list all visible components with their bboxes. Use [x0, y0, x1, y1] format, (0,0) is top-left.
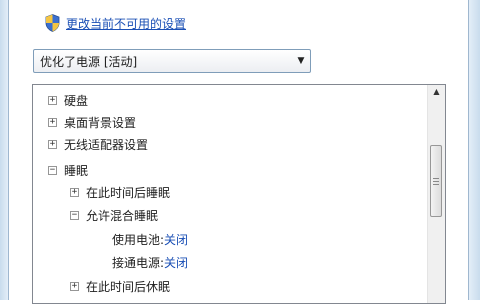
tree-item-wireless-adapter[interactable]: + 无线适配器设置	[48, 133, 148, 155]
scrollbar-thumb[interactable]	[430, 145, 442, 217]
power-settings-tree[interactable]: + 硬盘 + 桌面背景设置 + 无线适配器设置 − 睡眠 + 在此时间后睡眠 −…	[32, 84, 446, 304]
vertical-scrollbar[interactable]: ▲	[427, 85, 445, 303]
change-unavailable-settings-link[interactable]: 更改当前不可用的设置	[45, 13, 186, 33]
power-plan-dropdown[interactable]: 优化了电源 [活动] ▼	[33, 49, 311, 73]
tree-item-label: 睡眠	[64, 163, 89, 178]
expand-icon[interactable]: +	[48, 95, 57, 105]
tree-item-label: 硬盘	[64, 93, 89, 108]
on-battery-value-link[interactable]: 关闭	[164, 231, 188, 248]
tree-item-hard-disk[interactable]: + 硬盘	[48, 89, 88, 111]
dropdown-arrow-icon[interactable]: ▼	[292, 56, 310, 66]
tree-item-label: 允许混合睡眠	[86, 208, 159, 223]
tree-item-hibernate-after[interactable]: + 在此时间后休眠	[70, 275, 170, 297]
expand-icon[interactable]: +	[70, 187, 79, 197]
tree-item-sleep[interactable]: − 睡眠	[48, 159, 88, 181]
window-border-left	[0, 0, 9, 300]
grip-line	[433, 181, 439, 182]
power-plan-selected-value: 优化了电源 [活动]	[40, 54, 138, 69]
grip-line	[433, 178, 439, 179]
collapse-icon[interactable]: −	[70, 210, 79, 220]
scroll-up-arrow-icon[interactable]: ▲	[428, 87, 445, 101]
plugged-in-value-link[interactable]: 关闭	[164, 254, 188, 271]
expand-icon[interactable]: +	[70, 281, 79, 291]
tree-item-plugged-in[interactable]: 接通电源: 关闭	[112, 251, 188, 273]
tree-item-sleep-after[interactable]: + 在此时间后睡眠	[70, 181, 170, 203]
tree-item-label: 无线适配器设置	[64, 137, 149, 152]
tree-item-allow-hybrid-sleep[interactable]: − 允许混合睡眠	[70, 204, 158, 226]
expand-icon[interactable]: +	[48, 117, 57, 127]
tree-item-on-battery[interactable]: 使用电池: 关闭	[112, 228, 188, 250]
expand-icon[interactable]: +	[48, 139, 57, 149]
collapse-icon[interactable]: −	[48, 165, 57, 175]
setting-label: 接通电源:	[112, 255, 165, 270]
grip-line	[433, 184, 439, 185]
window-border-right	[468, 0, 480, 300]
tree-item-label: 桌面背景设置	[64, 115, 137, 130]
change-settings-link-text[interactable]: 更改当前不可用的设置	[66, 15, 186, 32]
tree-item-label: 在此时间后睡眠	[86, 185, 171, 200]
setting-label: 使用电池:	[112, 232, 165, 247]
uac-shield-icon	[45, 14, 60, 32]
tree-item-desktop-background[interactable]: + 桌面背景设置	[48, 111, 136, 133]
tree-item-label: 在此时间后休眠	[86, 279, 171, 294]
